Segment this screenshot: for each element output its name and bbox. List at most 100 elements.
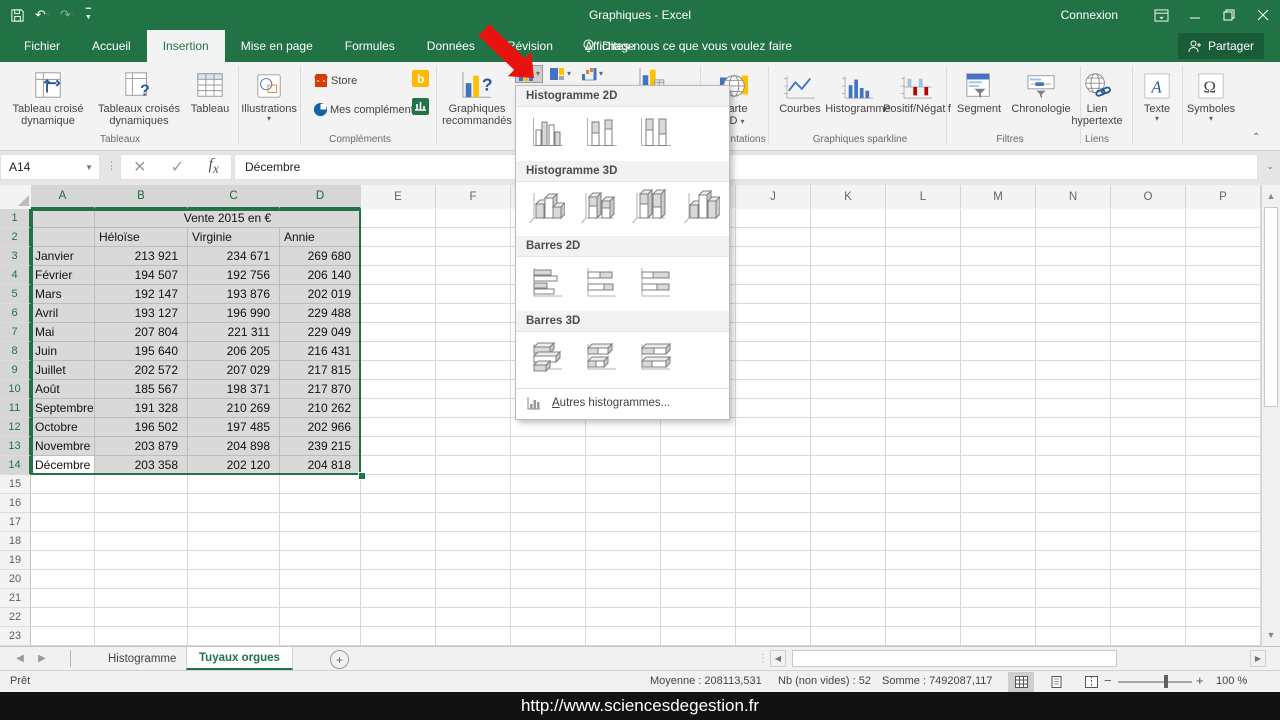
cell-M13[interactable] [961, 437, 1036, 456]
hyperlink-button[interactable]: Lien hypertexte [1066, 64, 1128, 127]
cell-L21[interactable] [886, 589, 961, 608]
cell-B23[interactable] [95, 627, 188, 646]
cell-G14[interactable] [511, 456, 586, 475]
cell-B22[interactable] [95, 608, 188, 627]
cell-J2[interactable] [736, 228, 811, 247]
chart-type-bar3d-stacked-icon[interactable] [578, 337, 622, 379]
cell-O15[interactable] [1111, 475, 1186, 494]
cell-N22[interactable] [1036, 608, 1111, 627]
insert-function-icon[interactable]: fx [208, 156, 218, 177]
cell-C3[interactable]: 234 671 [188, 247, 280, 266]
sheet-nav-left-icon[interactable]: ◀ [10, 647, 30, 670]
cell-E3[interactable] [361, 247, 436, 266]
row-header-9[interactable]: 9 [0, 361, 31, 380]
cell-F23[interactable] [436, 627, 511, 646]
cell-F11[interactable] [436, 399, 511, 418]
cell-F6[interactable] [436, 304, 511, 323]
row-header-23[interactable]: 23 [0, 627, 31, 646]
restore-button[interactable] [1212, 0, 1246, 30]
cell-J22[interactable] [736, 608, 811, 627]
cell-H20[interactable] [586, 570, 661, 589]
cell-O1[interactable] [1111, 209, 1186, 228]
cell-K23[interactable] [811, 627, 886, 646]
cell-F1[interactable] [436, 209, 511, 228]
cell-D10[interactable]: 217 870 [280, 380, 361, 399]
table-button[interactable]: Tableau [186, 64, 234, 115]
cell-C13[interactable]: 204 898 [188, 437, 280, 456]
ribbon-tab-données[interactable]: Données [411, 30, 491, 62]
cell-P7[interactable] [1186, 323, 1261, 342]
cell-D21[interactable] [280, 589, 361, 608]
cell-G15[interactable] [511, 475, 586, 494]
ribbon-display-options-icon[interactable] [1144, 0, 1178, 30]
cell-K7[interactable] [811, 323, 886, 342]
cell-B12[interactable]: 196 502 [95, 418, 188, 437]
ribbon-tab-insertion[interactable]: Insertion [147, 30, 225, 62]
cell-D3[interactable]: 269 680 [280, 247, 361, 266]
cell-D15[interactable] [280, 475, 361, 494]
cell-E1[interactable] [361, 209, 436, 228]
insert-waterfall-chart-button[interactable]: ▾ [578, 65, 606, 83]
cell-E19[interactable] [361, 551, 436, 570]
cell-N10[interactable] [1036, 380, 1111, 399]
cell-B13[interactable]: 203 879 [95, 437, 188, 456]
cell-J7[interactable] [736, 323, 811, 342]
cell-J3[interactable] [736, 247, 811, 266]
cell-F17[interactable] [436, 513, 511, 532]
cell-E13[interactable] [361, 437, 436, 456]
cell-J10[interactable] [736, 380, 811, 399]
cell-B19[interactable] [95, 551, 188, 570]
new-sheet-button[interactable]: + [330, 650, 349, 669]
cell-M10[interactable] [961, 380, 1036, 399]
cell-N12[interactable] [1036, 418, 1111, 437]
cell-L15[interactable] [886, 475, 961, 494]
cell-J17[interactable] [736, 513, 811, 532]
column-header-M[interactable]: M [961, 185, 1036, 208]
cell-O17[interactable] [1111, 513, 1186, 532]
ribbon-tab-révision[interactable]: Révision [491, 30, 569, 62]
cell-G22[interactable] [511, 608, 586, 627]
zoom-level[interactable]: 100 % [1216, 675, 1247, 687]
cell-P16[interactable] [1186, 494, 1261, 513]
cell-B20[interactable] [95, 570, 188, 589]
cell-L5[interactable] [886, 285, 961, 304]
cell-E22[interactable] [361, 608, 436, 627]
cell-I18[interactable] [661, 532, 736, 551]
cell-K17[interactable] [811, 513, 886, 532]
cell-A7[interactable]: Mai [31, 323, 95, 342]
more-column-charts-item[interactable]: Autres histogrammes... [516, 388, 729, 417]
cell-J18[interactable] [736, 532, 811, 551]
expand-formula-bar-icon[interactable]: ⌄ [1266, 161, 1274, 172]
cell-L16[interactable] [886, 494, 961, 513]
column-header-A[interactable]: A [31, 185, 95, 209]
cell-B6[interactable]: 193 127 [95, 304, 188, 323]
cell-K4[interactable] [811, 266, 886, 285]
cell-P15[interactable] [1186, 475, 1261, 494]
cell-F8[interactable] [436, 342, 511, 361]
cell-M1[interactable] [961, 209, 1036, 228]
illustrations-button[interactable]: Illustrations ▾ [244, 64, 294, 123]
cell-B17[interactable] [95, 513, 188, 532]
cell-K13[interactable] [811, 437, 886, 456]
cell-L13[interactable] [886, 437, 961, 456]
cell-C5[interactable]: 193 876 [188, 285, 280, 304]
people-graph-icon[interactable] [412, 98, 429, 118]
row-header-16[interactable]: 16 [0, 494, 31, 513]
insert-hierarchy-chart-button[interactable]: ▾ [546, 65, 574, 83]
cell-E8[interactable] [361, 342, 436, 361]
cell-L6[interactable] [886, 304, 961, 323]
cell-L18[interactable] [886, 532, 961, 551]
cell-H15[interactable] [586, 475, 661, 494]
cell-K1[interactable] [811, 209, 886, 228]
column-header-D[interactable]: D [280, 185, 361, 209]
cell-I21[interactable] [661, 589, 736, 608]
cell-F10[interactable] [436, 380, 511, 399]
cell-P18[interactable] [1186, 532, 1261, 551]
cell-A3[interactable]: Janvier [31, 247, 95, 266]
my-addins-button[interactable]: Mes compléments ▾ [310, 100, 428, 119]
cell-L8[interactable] [886, 342, 961, 361]
cell-J13[interactable] [736, 437, 811, 456]
cell-L4[interactable] [886, 266, 961, 285]
cell-H12[interactable] [586, 418, 661, 437]
cell-F20[interactable] [436, 570, 511, 589]
